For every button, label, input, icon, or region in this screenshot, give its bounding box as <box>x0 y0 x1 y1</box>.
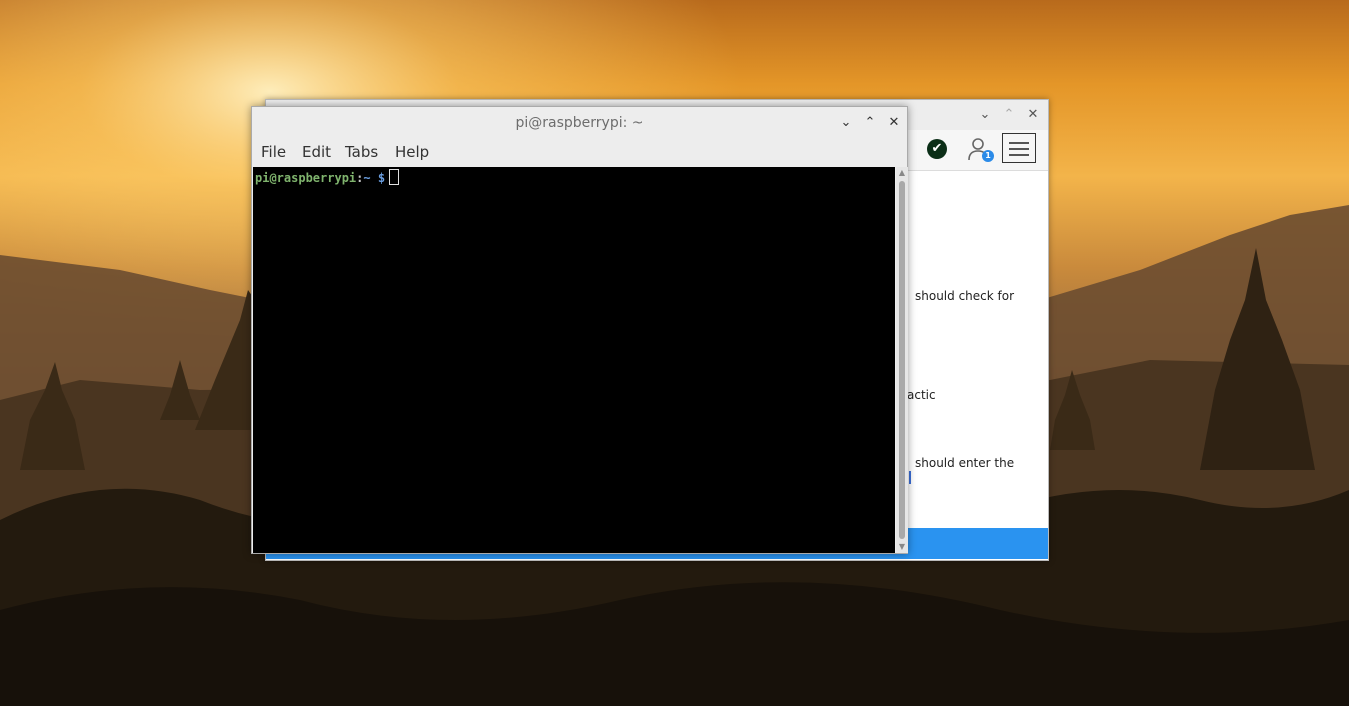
page-link-fragment[interactable] <box>909 471 911 484</box>
page-text-line: should enter the <box>915 456 1015 470</box>
terminal-window[interactable]: pi@raspberrypi: ~ ⌄ ⌃ ✕ File Edit Tabs H… <box>251 106 908 554</box>
page-text-line: should check for <box>915 289 1015 303</box>
menu-edit[interactable]: Edit <box>302 140 331 164</box>
close-button[interactable]: ✕ <box>1024 106 1042 124</box>
minimize-button[interactable]: ⌄ <box>837 114 855 132</box>
text-cursor <box>389 169 400 185</box>
prompt-path: ~ <box>363 171 371 185</box>
terminal-output[interactable]: pi@raspberrypi:~ $ <box>253 167 895 553</box>
shell-prompt: pi@raspberrypi:~ $ <box>255 169 400 186</box>
maximize-button[interactable]: ⌃ <box>861 114 879 132</box>
maximize-button[interactable]: ⌃ <box>1000 106 1018 124</box>
vertical-scrollbar[interactable]: ▲ ▼ <box>896 167 908 553</box>
menu-tabs[interactable]: Tabs <box>345 140 378 164</box>
window-title[interactable]: pi@raspberrypi: ~ <box>252 107 907 139</box>
menu-file[interactable]: File <box>261 140 286 164</box>
scroll-up-arrow-icon[interactable]: ▲ <box>896 167 908 179</box>
prompt-user-host: pi@raspberrypi <box>255 171 357 185</box>
scrollbar-thumb[interactable] <box>899 181 905 539</box>
close-button[interactable]: ✕ <box>885 114 903 132</box>
menu-help[interactable]: Help <box>395 140 429 164</box>
page-text-line: actic <box>907 388 936 402</box>
minimize-button[interactable]: ⌄ <box>976 106 994 124</box>
scroll-down-arrow-icon[interactable]: ▼ <box>896 541 908 553</box>
checkmark-icon[interactable]: ✔ <box>927 139 947 159</box>
prompt-dollar: $ <box>370 171 386 185</box>
notification-count-badge: 1 <box>982 150 994 162</box>
hamburger-menu-icon[interactable] <box>1002 133 1036 163</box>
